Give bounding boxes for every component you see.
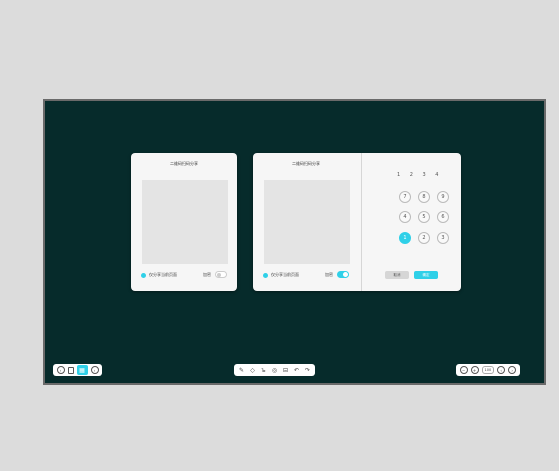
panel-title: 二维码扫码分享	[292, 161, 320, 166]
keypad-key[interactable]: 9	[437, 191, 449, 203]
encrypt-label: 加密	[325, 272, 333, 277]
page-toolbar: ‹ ▦ ›	[53, 364, 102, 376]
keypad-key[interactable]: 3	[437, 232, 449, 244]
undo-icon[interactable]: ↶	[293, 366, 301, 374]
zoom-in-icon[interactable]: +	[470, 366, 479, 374]
prev-icon[interactable]: ‹	[497, 366, 506, 374]
page-icon[interactable]	[67, 366, 74, 374]
grid-icon[interactable]: ▦	[76, 365, 88, 375]
divider	[361, 153, 362, 291]
qr-share-panel: 二维码扫码分享 仅分享当前页面 加密	[131, 153, 237, 291]
eraser-icon[interactable]: ◇	[249, 366, 257, 374]
toggle-knob	[343, 272, 348, 277]
share-option-label: 仅分享当前页面	[271, 272, 299, 277]
next-icon[interactable]: ›	[508, 366, 517, 374]
pen-icon[interactable]: ✎	[238, 366, 246, 374]
cancel-button[interactable]: 取消	[385, 271, 409, 279]
whiteboard-canvas[interactable]: 二维码扫码分享 仅分享当前页面 加密 二维码扫码分享 仅分享当前页面 加密 1 …	[43, 99, 546, 385]
keypad-key[interactable]: 4	[399, 211, 411, 223]
redo-icon[interactable]: ↷	[304, 366, 312, 374]
keypad-key[interactable]: 6	[437, 211, 449, 223]
forward-icon[interactable]: ›	[90, 366, 99, 374]
pin-display: 1 2 3 4	[397, 172, 443, 178]
zoom-level[interactable]: 100	[481, 366, 495, 374]
toggle-knob	[217, 273, 221, 277]
keypad-key[interactable]: 7	[399, 191, 411, 203]
zoom-out-icon[interactable]: −	[459, 366, 468, 374]
share-option-label: 仅分享当前页面	[149, 272, 177, 277]
keypad-key[interactable]: 5	[418, 211, 430, 223]
encrypt-toggle[interactable]	[337, 271, 349, 278]
keypad-key[interactable]: 1	[399, 232, 411, 244]
qr-code-image	[264, 180, 350, 264]
confirm-button[interactable]: 确定	[414, 271, 438, 279]
qr-share-panel-encrypted: 二维码扫码分享 仅分享当前页面 加密 1 2 3 4 789456123 取消 …	[253, 153, 461, 291]
radio-icon[interactable]	[263, 272, 268, 278]
encrypt-label: 加密	[203, 272, 211, 277]
back-icon[interactable]: ‹	[56, 366, 65, 374]
keypad-key[interactable]: 8	[418, 191, 430, 203]
bucket-icon[interactable]: ⊟	[282, 366, 290, 374]
shape-icon[interactable]: ◎	[271, 366, 279, 374]
zoom-toolbar: − + 100 ‹ ›	[456, 364, 520, 376]
radio-icon[interactable]	[141, 272, 146, 278]
drawing-toolbar: ✎ ◇ ъ ◎ ⊟ ↶ ↷	[234, 364, 315, 376]
qr-code-image	[142, 180, 228, 264]
share-current-page-option[interactable]: 仅分享当前页面	[141, 272, 177, 278]
keypad-key[interactable]: 2	[418, 232, 430, 244]
share-current-page-option[interactable]: 仅分享当前页面	[263, 272, 299, 278]
encrypt-toggle[interactable]	[215, 271, 227, 278]
lasso-icon[interactable]: ъ	[260, 366, 268, 374]
panel-title: 二维码扫码分享	[170, 161, 198, 166]
